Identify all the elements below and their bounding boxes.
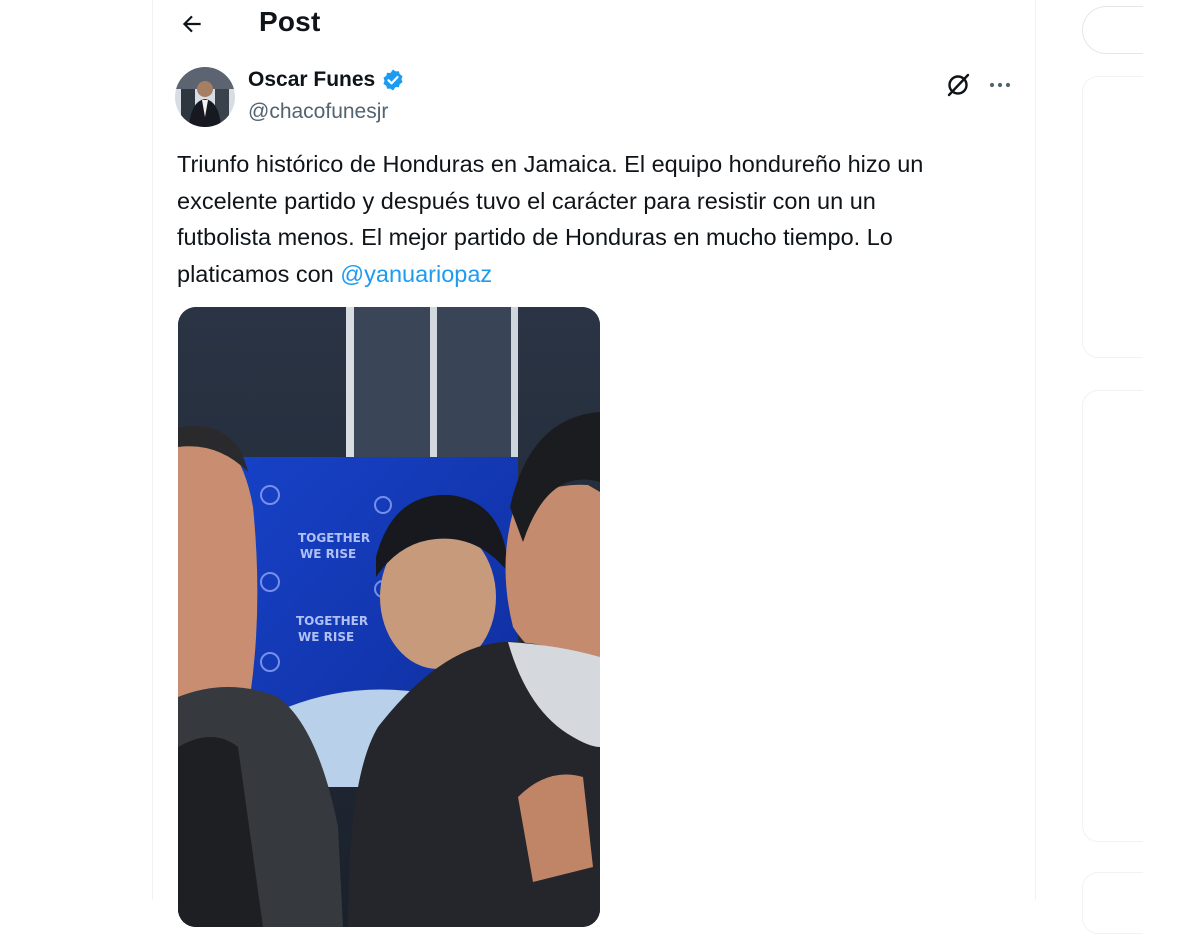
post-text: Triunfo histórico de Honduras en Jamaica…	[177, 146, 1022, 292]
post-text-line: platicamos con @yanuariopaz	[177, 256, 1022, 293]
verified-badge-icon	[383, 69, 403, 91]
video-frame: TOGETHER WE RISE TOGETHER WE RISE	[178, 307, 600, 927]
grok-button[interactable]	[943, 70, 973, 100]
backdrop-text: TOGETHER	[298, 531, 370, 545]
backdrop-text: WE RISE	[298, 630, 354, 644]
post-text-line: excelente partido y después tuvo el cará…	[177, 187, 876, 214]
arrow-left-icon	[182, 15, 201, 33]
main-column: Post Oscar Funes @chacofunesjr Triunfo h…	[152, 0, 1036, 927]
author-name[interactable]: Oscar Funes	[248, 68, 375, 92]
mention-link[interactable]: @yanuariopaz	[340, 261, 492, 287]
post-text-line: Triunfo histórico de Honduras en Jamaica…	[177, 151, 924, 177]
sidebar-card	[1082, 872, 1143, 934]
sidebar-card	[1082, 390, 1143, 842]
author-name-row: Oscar Funes	[248, 68, 405, 92]
grok-icon	[947, 73, 970, 97]
search-box[interactable]	[1082, 6, 1143, 54]
more-options-button[interactable]	[985, 70, 1015, 100]
avatar-photo	[175, 67, 235, 127]
post-text-line-start: platicamos con	[177, 260, 341, 287]
author-avatar[interactable]	[175, 67, 235, 127]
top-bar: Post	[153, 0, 1035, 50]
page-title: Post	[259, 6, 321, 37]
sidebar-card	[1082, 76, 1143, 358]
backdrop-text: TOGETHER	[296, 614, 368, 628]
post-text-line: futbolista menos. El mejor partido de Ho…	[177, 224, 893, 250]
back-button[interactable]	[173, 5, 211, 43]
post-video[interactable]: TOGETHER WE RISE TOGETHER WE RISE	[178, 307, 600, 927]
more-horizontal-icon	[989, 82, 1011, 88]
backdrop-text: WE RISE	[300, 547, 356, 561]
author-handle[interactable]: @chacofunesjr	[248, 100, 388, 124]
right-sidebar	[1082, 0, 1200, 934]
